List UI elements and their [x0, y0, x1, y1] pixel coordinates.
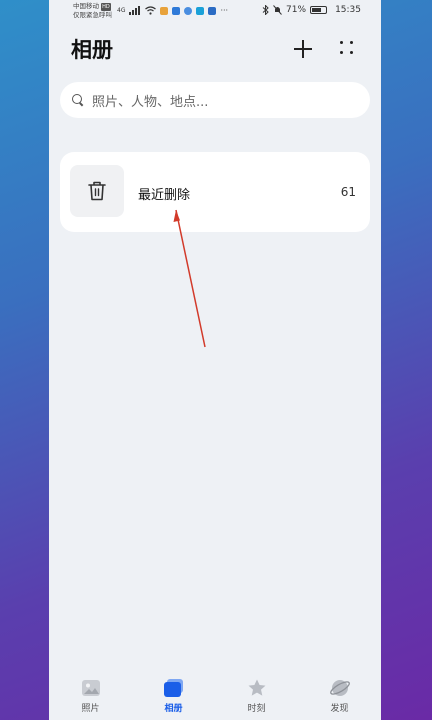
- hd-badge: HD: [101, 3, 111, 11]
- add-album-button[interactable]: [292, 38, 314, 60]
- app-notif-icon: [160, 6, 169, 15]
- battery-level: [312, 8, 322, 12]
- app-notif-icon: [208, 6, 217, 15]
- more-options-button[interactable]: [339, 40, 355, 56]
- planet-icon: [329, 677, 351, 699]
- signal-icon: [129, 6, 141, 15]
- page-title: 相册: [71, 38, 113, 62]
- more-notifications: ···: [220, 6, 229, 15]
- tab-label: 时刻: [247, 704, 266, 714]
- search-bar[interactable]: 照片、人物、地点...: [60, 82, 370, 118]
- bottom-tab-bar: 照片 相册 时刻 发现: [49, 672, 381, 720]
- search-icon: [72, 94, 84, 106]
- carrier-name: 中国移动: [73, 2, 99, 10]
- album-count: 61: [340, 185, 356, 199]
- tab-discover[interactable]: 发现: [298, 672, 381, 720]
- tab-moments[interactable]: 时刻: [215, 672, 298, 720]
- carrier-emergency: 仅限紧急呼叫: [73, 11, 112, 19]
- album-name: 最近删除: [138, 188, 191, 203]
- mute-bell-icon: [273, 5, 282, 15]
- wifi-icon: [145, 6, 157, 15]
- search-placeholder: 照片、人物、地点...: [92, 94, 209, 110]
- album-icon: [163, 677, 185, 699]
- album-recently-deleted[interactable]: 最近删除 61: [60, 152, 370, 232]
- tab-label: 发现: [330, 704, 349, 714]
- status-bar: 中国移动 HD 仅限紧急呼叫 4G ··· 71% 15:35: [49, 0, 381, 22]
- battery-icon: [310, 6, 328, 14]
- tab-label: 相册: [164, 704, 183, 714]
- status-right: 71% 15:35: [262, 5, 361, 15]
- trash-icon: [88, 181, 106, 201]
- star-icon: [246, 677, 268, 699]
- tab-albums[interactable]: 相册: [132, 672, 215, 720]
- bluetooth-icon: [262, 5, 269, 15]
- tab-label: 照片: [81, 704, 100, 714]
- app-notif-icon: [172, 6, 181, 15]
- album-thumbnail: [70, 165, 124, 217]
- tab-photos[interactable]: 照片: [49, 672, 132, 720]
- phone-screen: 中国移动 HD 仅限紧急呼叫 4G ··· 71% 15:35 相册 照片、人物…: [49, 0, 381, 720]
- clock: 15:35: [335, 5, 361, 15]
- photo-icon: [80, 677, 102, 699]
- signal-area: 4G ···: [117, 6, 228, 15]
- carrier-info: 中国移动 HD 仅限紧急呼叫: [73, 2, 112, 19]
- app-notif-icon: [184, 6, 193, 15]
- app-notif-icon: [196, 6, 205, 15]
- network-type: 4G: [117, 7, 126, 14]
- battery-percent: 71%: [286, 5, 307, 15]
